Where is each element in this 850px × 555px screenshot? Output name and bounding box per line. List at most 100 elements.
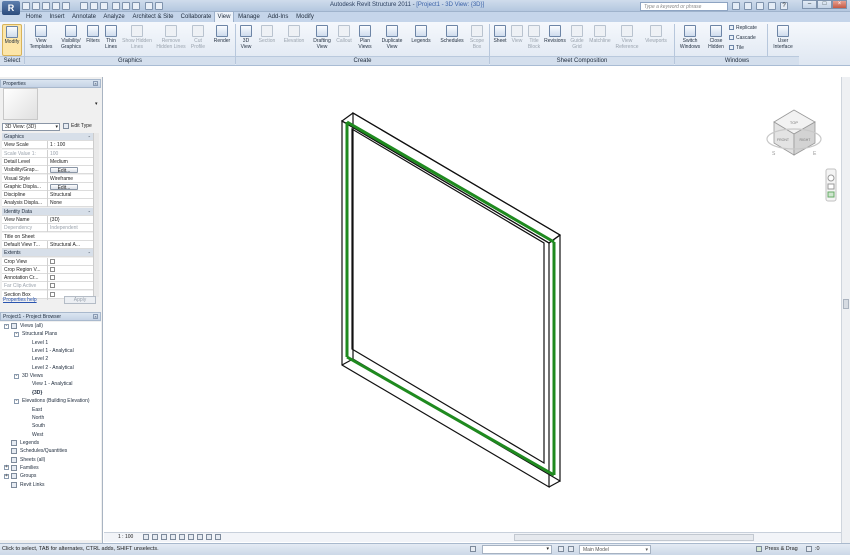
browser-item[interactable]: South — [32, 422, 45, 430]
property-checkbox[interactable] — [50, 275, 55, 281]
remove-hidden-lines-button[interactable]: Remove Hidden Lines — [154, 24, 188, 56]
browser-item[interactable]: Structural Plans — [22, 330, 57, 338]
detail-level-icon[interactable] — [143, 534, 149, 540]
zoom-icon[interactable] — [827, 183, 835, 190]
property-value[interactable]: Wireframe — [47, 174, 93, 183]
elevation-button[interactable]: Elevation — [280, 24, 308, 56]
measure-icon[interactable] — [80, 2, 88, 10]
section-identity-data[interactable]: Identity Data ⌃ — [2, 207, 93, 216]
view-scale-label[interactable]: 1 : 100 — [118, 534, 133, 540]
tag-icon[interactable] — [100, 2, 108, 10]
user-interface-button[interactable]: User Interface — [769, 24, 797, 56]
property-value[interactable]: Structural A... — [47, 240, 93, 249]
search-input[interactable]: Type a keyword or phrase — [640, 2, 728, 11]
browser-item[interactable]: Schedules/Quantities — [20, 447, 67, 455]
section-extents[interactable]: Extents ⌃ — [2, 249, 93, 258]
design-options-icon[interactable] — [568, 546, 574, 552]
modify-button[interactable]: Modify — [2, 24, 22, 56]
text-icon[interactable] — [112, 2, 120, 10]
close-button[interactable]: × — [832, 0, 847, 9]
close-icon[interactable]: × — [93, 81, 98, 86]
browser-item[interactable]: Sheets (all) — [20, 456, 45, 464]
browser-item[interactable]: East — [32, 406, 42, 414]
guide-grid-button[interactable]: Guide Grid — [568, 24, 586, 56]
browser-item[interactable]: {3D} — [32, 389, 42, 397]
view-reference-button[interactable]: View Reference — [613, 24, 641, 56]
section-graphics[interactable]: Graphics ⌃ — [2, 133, 93, 141]
dimension-icon[interactable] — [90, 2, 98, 10]
browser-item[interactable]: Elevations (Building Elevation) — [22, 397, 90, 405]
redo-icon[interactable] — [52, 2, 60, 10]
browser-item[interactable]: Level 1 — [32, 339, 48, 347]
sheet-button[interactable]: Sheet — [491, 24, 509, 56]
tab-view[interactable]: View — [214, 11, 234, 22]
sun-path-icon[interactable] — [161, 534, 167, 540]
3d-view-button[interactable]: 3D View — [237, 24, 255, 56]
schedules-button[interactable]: Schedules — [437, 24, 467, 56]
cascade-button[interactable]: Cascade — [729, 35, 756, 42]
tab-annotate[interactable]: Annotate — [68, 12, 100, 22]
close-hidden-qat-icon[interactable] — [145, 2, 153, 10]
browser-item[interactable]: Level 2 — [32, 355, 48, 363]
title-block-button[interactable]: Title Block — [525, 24, 543, 56]
tab-home[interactable]: Home — [22, 12, 46, 22]
show-hidden-lines-button[interactable]: Show Hidden Lines — [121, 24, 153, 56]
collapse-toggle-icon[interactable]: - — [14, 373, 19, 379]
browser-item[interactable]: Revit Links — [20, 481, 44, 489]
edit-type-button[interactable]: Edit Type — [62, 122, 96, 131]
revisions-button[interactable]: Revisions — [543, 24, 567, 56]
property-value[interactable]: Structural — [47, 191, 93, 200]
property-value[interactable]: Medium — [47, 157, 93, 166]
tab-modify[interactable]: Modify — [292, 12, 318, 22]
orbit-icon[interactable] — [827, 191, 835, 198]
filters-button[interactable]: Filters — [84, 24, 102, 56]
callout-button[interactable]: Callout — [334, 24, 354, 56]
maximize-button[interactable]: □ — [817, 0, 832, 9]
drawing-canvas[interactable]: TOP FRONT RIGHT S E — [104, 77, 841, 531]
tab-analyze[interactable]: Analyze — [100, 12, 128, 22]
property-value[interactable]: None — [47, 199, 93, 208]
properties-help-link[interactable]: Properties help — [3, 297, 37, 303]
tab-insert[interactable]: Insert — [46, 12, 68, 22]
workset-dropdown[interactable]: ▾ — [482, 545, 552, 554]
switch-windows-qat-icon[interactable] — [155, 2, 163, 10]
tile-button[interactable]: Tile — [729, 45, 744, 52]
press-drag-label[interactable]: Press & Drag — [765, 546, 798, 552]
steering-wheel-icon[interactable] — [827, 174, 835, 182]
render-button[interactable]: Render — [210, 24, 234, 56]
show-crop-icon[interactable] — [188, 534, 194, 540]
search-icon[interactable] — [732, 2, 740, 10]
browser-item[interactable]: Level 1 - Analytical — [32, 347, 74, 355]
tab-collaborate[interactable]: Collaborate — [178, 12, 214, 22]
tab-architect-site[interactable]: Architect & Site — [128, 12, 178, 22]
expand-toggle-icon[interactable]: + — [4, 473, 9, 479]
collapse-toggle-icon[interactable]: - — [4, 323, 9, 329]
tab-add-ins[interactable]: Add-Ins — [264, 12, 292, 22]
visual-style-icon[interactable] — [152, 534, 158, 540]
replicate-button[interactable]: Replicate — [729, 25, 757, 32]
duplicate-view-button[interactable]: Duplicate View — [377, 24, 407, 56]
matchline-button[interactable]: Matchline — [587, 24, 613, 56]
property-checkbox[interactable] — [50, 266, 55, 272]
thin-lines-button[interactable]: Thin Lines — [102, 24, 120, 56]
edit-button[interactable]: Edit... — [50, 183, 78, 191]
viewports-button[interactable]: Viewports — [642, 24, 670, 56]
scrollbar-thumb[interactable] — [843, 299, 849, 309]
temporary-hide-icon[interactable] — [206, 534, 212, 540]
collapse-toggle-icon[interactable]: - — [14, 398, 19, 404]
chevron-down-icon[interactable]: ▾ — [95, 101, 98, 107]
browser-item[interactable]: 3D Views — [22, 372, 43, 380]
open-icon[interactable] — [22, 2, 30, 10]
close-hidden-button[interactable]: Close Hidden — [704, 24, 728, 56]
lock-3d-view-icon[interactable] — [197, 534, 203, 540]
print-icon[interactable] — [62, 2, 70, 10]
shadows-icon[interactable] — [170, 534, 176, 540]
edit-button[interactable]: Edit... — [50, 167, 78, 174]
canvas-scrollbar[interactable] — [841, 77, 850, 543]
help-icon[interactable]: ? — [780, 2, 788, 10]
legends-button[interactable]: Legends — [408, 24, 434, 56]
collapse-toggle-icon[interactable]: - — [14, 331, 19, 337]
property-checkbox[interactable] — [50, 258, 55, 264]
browser-item[interactable]: North — [32, 414, 44, 422]
worksharing-icon[interactable] — [470, 546, 476, 552]
